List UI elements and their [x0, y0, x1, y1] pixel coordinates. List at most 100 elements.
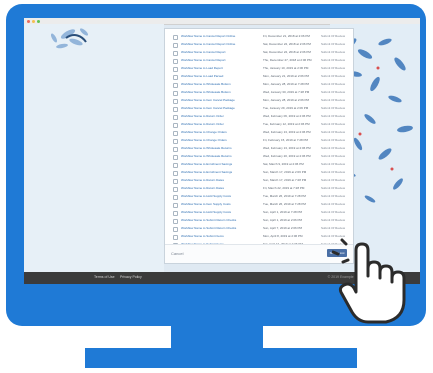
workflow-status: Submit Of Review	[321, 178, 346, 182]
workflow-date: Sun, March 17, 2019 at 2:06 PM	[263, 170, 307, 174]
row-checkbox[interactable]	[173, 107, 178, 112]
row-checkbox[interactable]	[173, 195, 178, 200]
privacy-policy-link[interactable]: Privacy Policy	[120, 275, 142, 279]
workflow-name[interactable]: Workflow Name to Cancel Report	[181, 58, 225, 62]
workflow-name[interactable]: Workflow Name to Hold Supply Costs	[181, 210, 231, 214]
workflow-date: Mon, January 28, 2019 at 7:28 PM	[263, 82, 310, 86]
list-item[interactable]: Workflow Name to Item Cancel Package Tue,…	[165, 105, 353, 113]
leaf-pattern-left	[24, 24, 164, 274]
list-item[interactable]: Workflow Name to Item Supply Costs Tue, M…	[165, 201, 353, 209]
workflow-date: Wed, February 13, 2019 at 2:06 PM	[263, 146, 311, 150]
list-item[interactable]: Workflow Name to Return Dates Fri, March …	[165, 185, 353, 193]
workflow-date: Wed, January 30, 2019 at 7:28 PM	[263, 90, 310, 94]
workflow-name[interactable]: Workflow Name to Item Supply Costs	[181, 202, 231, 206]
workflow-status: Submit Of Review	[321, 58, 346, 62]
row-checkbox[interactable]	[173, 203, 178, 208]
workflow-name[interactable]: Workflow Name to Return Order	[181, 122, 224, 126]
workflow-name[interactable]: Workflow Name to Cancel Report Ordine	[181, 42, 235, 46]
list-item[interactable]: Workflow Name to Wholesale Returns Wed, F…	[165, 153, 353, 161]
list-item[interactable]: Workflow Name to Hold Supply Costs Tue, M…	[165, 193, 353, 201]
row-checkbox[interactable]	[173, 59, 178, 64]
workflow-name[interactable]: Workflow Name to Wholesale Bottom	[181, 82, 231, 86]
workflow-name[interactable]: Workflow Name to Return Dates	[181, 178, 224, 182]
row-checkbox[interactable]	[173, 163, 178, 168]
list-item[interactable]: Workflow Name to Submit Items Mon, April …	[165, 233, 353, 241]
workflow-status: Submit Of Review	[321, 170, 346, 174]
list-item[interactable]: Workflow Name to Submit Return Checks Sun…	[165, 225, 353, 233]
row-checkbox[interactable]	[173, 75, 178, 80]
list-item[interactable]: Workflow Name to Submit Return Checks Sun…	[165, 217, 353, 225]
list-item[interactable]: Workflow Name to Enrollment Savings Sat, …	[165, 161, 353, 169]
workflow-name[interactable]: Workflow Name to Item Cancel Package	[181, 106, 235, 110]
row-checkbox[interactable]	[173, 219, 178, 224]
list-item[interactable]: Workflow Name to Change Orders Wed, Febru…	[165, 129, 353, 137]
workflow-name[interactable]: Workflow Name to Enrollment Savings	[181, 162, 232, 166]
list-item[interactable]: Workflow Name to Cancel Report Thu, Decem…	[165, 57, 353, 65]
row-checkbox[interactable]	[173, 115, 178, 120]
row-checkbox[interactable]	[173, 99, 178, 104]
terms-of-use-link[interactable]: Terms of Use	[94, 275, 115, 279]
list-item[interactable]: Workflow Name to Load Parsed Mon, January…	[165, 73, 353, 81]
list-item[interactable]: Workflow Name to Cancel Report Ordine Fri…	[165, 33, 353, 41]
workflow-date: Wed, February 06, 2019 at 2:06 PM	[263, 114, 311, 118]
workflow-status: Submit Of Review	[321, 74, 346, 78]
list-item[interactable]: Workflow Name to Hold Supply Costs Sun, A…	[165, 209, 353, 217]
workflow-status: Submit Of Review	[321, 218, 346, 222]
list-item[interactable]: Workflow Name to Wholesale Bottom Wed, Ja…	[165, 89, 353, 97]
list-item[interactable]: Workflow Name to Return Order Tue, Februa…	[165, 121, 353, 129]
workflow-status: Submit Of Review	[321, 114, 346, 118]
workflow-name[interactable]: Workflow Name to Item Cancel Package	[181, 98, 235, 102]
row-checkbox[interactable]	[173, 179, 178, 184]
row-checkbox[interactable]	[173, 123, 178, 128]
workflow-date: Fri, March 22, 2019 at 7:28 PM	[263, 186, 305, 190]
cancel-link[interactable]: Cancel	[171, 251, 183, 256]
row-checkbox[interactable]	[173, 155, 178, 160]
row-checkbox[interactable]	[173, 35, 178, 40]
list-item[interactable]: Workflow Name to Return Dates Sun, March …	[165, 177, 353, 185]
close-dot-icon[interactable]	[27, 19, 30, 23]
workflow-status: Submit Of Review	[321, 42, 346, 46]
list-item[interactable]: Workflow Name to Load Report Thu, January…	[165, 65, 353, 73]
workflow-name[interactable]: Workflow Name to Enrollment Savings	[181, 170, 232, 174]
workflow-name[interactable]: Workflow Name to Change Orders	[181, 130, 227, 134]
list-item[interactable]: Workflow Name to Item Cancel Package Mon,…	[165, 97, 353, 105]
row-checkbox[interactable]	[173, 43, 178, 48]
workflow-name[interactable]: Workflow Name to Submit Items	[181, 234, 224, 238]
list-item[interactable]: Workflow Name to Return Order Wed, Februa…	[165, 113, 353, 121]
row-checkbox[interactable]	[173, 139, 178, 144]
list-item[interactable]: Workflow Name to Wholesale Bottom Mon, Ja…	[165, 81, 353, 89]
list-item[interactable]: Workflow Name to Enrollment Savings Sun, …	[165, 169, 353, 177]
row-checkbox[interactable]	[173, 51, 178, 56]
workflow-name[interactable]: Workflow Name to Change Orders	[181, 138, 227, 142]
workflow-name[interactable]: Workflow Name to Load Parsed	[181, 74, 223, 78]
list-item[interactable]: Workflow Name to Cancel Report Ordine Sat…	[165, 41, 353, 49]
workflow-name[interactable]: Workflow Name to Submit Return Checks	[181, 226, 236, 230]
row-checkbox[interactable]	[173, 67, 178, 72]
workflow-name[interactable]: Workflow Name to Wholesale Returns	[181, 154, 232, 158]
list-item[interactable]: Workflow Name to Cancel Report Sat, Decem…	[165, 49, 353, 57]
workflow-name[interactable]: Workflow Name to Submit Return Checks	[181, 218, 236, 222]
row-checkbox[interactable]	[173, 83, 178, 88]
workflow-date: Sun, April 1, 2019 at 2:06 PM	[263, 218, 303, 222]
workflow-name[interactable]: Workflow Name to Cancel Report Ordine	[181, 34, 235, 38]
row-checkbox[interactable]	[173, 235, 178, 240]
row-checkbox[interactable]	[173, 91, 178, 96]
list-item[interactable]: Workflow Name to Wholesale Returns Wed, F…	[165, 145, 353, 153]
row-checkbox[interactable]	[173, 211, 178, 216]
maximize-dot-icon[interactable]	[37, 19, 40, 23]
list-item[interactable]: Workflow Name to Change Orders Fri, Febru…	[165, 137, 353, 145]
workflow-name[interactable]: Workflow Name to Hold Supply Costs	[181, 194, 231, 198]
row-checkbox[interactable]	[173, 227, 178, 232]
workflow-name[interactable]: Workflow Name to Cancel Report	[181, 50, 225, 54]
workflow-name[interactable]: Workflow Name to Return Order	[181, 114, 224, 118]
workflow-name[interactable]: Workflow Name to Load Report	[181, 66, 223, 70]
workflow-name[interactable]: Workflow Name to Wholesale Returns	[181, 146, 232, 150]
workflow-name[interactable]: Workflow Name to Wholesale Bottom	[181, 90, 231, 94]
row-checkbox[interactable]	[173, 147, 178, 152]
row-checkbox[interactable]	[173, 131, 178, 136]
minimize-dot-icon[interactable]	[32, 19, 35, 23]
workflow-name[interactable]: Workflow Name to Return Dates	[181, 186, 224, 190]
row-checkbox[interactable]	[173, 171, 178, 176]
row-checkbox[interactable]	[173, 187, 178, 192]
workflow-status: Submit Of Review	[321, 34, 346, 38]
